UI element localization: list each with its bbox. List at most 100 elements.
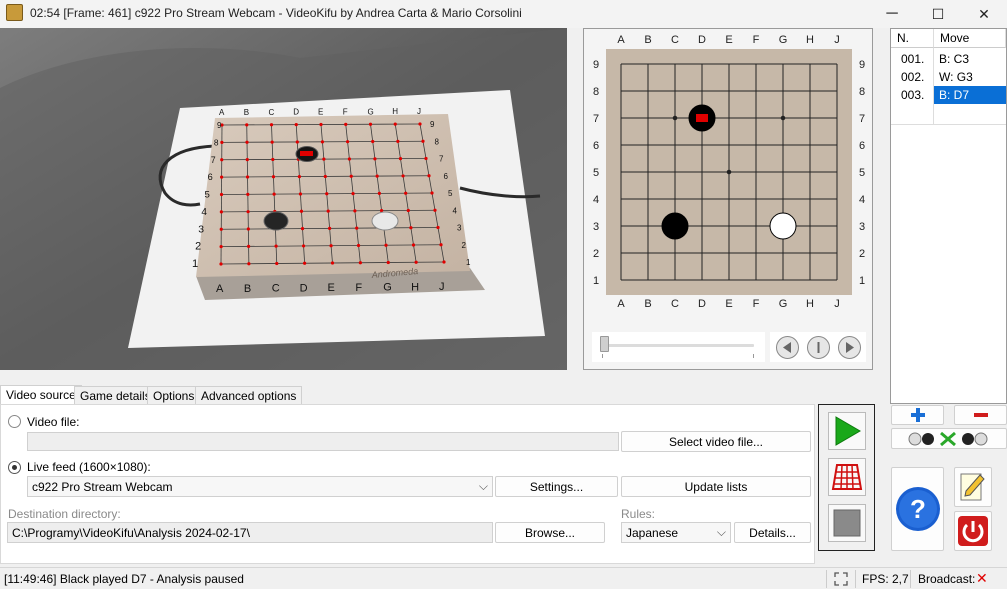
- cam-intersection-dot: [401, 174, 405, 178]
- title-bar: 02:54 [Frame: 461] c922 Pro Stream Webca…: [0, 0, 1007, 28]
- cam-intersection-dot: [418, 122, 422, 126]
- cam-intersection-dot: [320, 140, 325, 144]
- cam-row-label: 8: [214, 137, 219, 147]
- cam-column-label: D: [300, 282, 308, 294]
- destination-field[interactable]: C:\Programy\VideoKifu\Analysis 2024-02-1…: [7, 522, 493, 543]
- frame-slider[interactable]: [592, 332, 765, 362]
- video-file-path: [27, 432, 619, 451]
- row-label: 4: [593, 194, 599, 206]
- cam-row-label: 7: [439, 155, 444, 164]
- cam-intersection-dot: [404, 191, 408, 195]
- cam-intersection-dot: [411, 243, 416, 247]
- cam-intersection-dot: [358, 261, 362, 265]
- column-label: F: [753, 34, 760, 46]
- browse-button[interactable]: Browse...: [495, 522, 605, 543]
- cam-column-label: D: [293, 108, 299, 117]
- next-button[interactable]: [837, 335, 862, 363]
- video-source-panel: Video file: Select video file... Live fe…: [0, 404, 815, 564]
- cam-row-label: 4: [201, 207, 207, 218]
- tab-options[interactable]: Options: [147, 386, 201, 405]
- row-label: 4: [859, 194, 865, 206]
- go-board[interactable]: A A B B C C D D E E F F G G H H J J 9 9 8 8 7 7 6 6 5 5 4 4 3 3 2 2 1 1: [584, 29, 874, 371]
- previous-button[interactable]: [775, 335, 800, 363]
- tab-game-details[interactable]: Game details: [74, 386, 157, 405]
- minimize-button[interactable]: ─: [869, 0, 915, 28]
- row-label: 9: [859, 59, 865, 71]
- remove-move-button[interactable]: [954, 405, 1007, 425]
- slider-thumb[interactable]: [600, 336, 609, 352]
- cam-intersection-dot: [247, 262, 251, 266]
- column-label: H: [806, 298, 814, 310]
- col-number-header[interactable]: N.: [891, 29, 934, 48]
- row-label: 7: [593, 113, 599, 125]
- row-label: 8: [859, 86, 865, 98]
- cam-intersection-dot: [271, 175, 276, 179]
- camera-select[interactable]: c922 Pro Stream Webcam ⌵: [27, 476, 493, 497]
- cam-intersection-dot: [356, 243, 361, 248]
- help-button[interactable]: ?: [891, 467, 944, 551]
- add-move-button[interactable]: [891, 405, 944, 425]
- move-list[interactable]: N. Move 001. B: C3 002. W: G3 003. B: D7: [890, 28, 1007, 404]
- analysis-controls: [818, 404, 875, 551]
- cam-intersection-dot: [245, 123, 249, 127]
- tab-advanced-options[interactable]: Advanced options: [195, 386, 303, 405]
- move-row[interactable]: 002. W: G3: [891, 68, 1006, 86]
- cam-intersection-dot: [301, 244, 306, 248]
- cam-row-label: 4: [453, 206, 458, 215]
- column-label: J: [834, 298, 840, 310]
- rules-details-button[interactable]: Details...: [734, 522, 811, 543]
- board-diagram-panel: A A B B C C D D E E F F G G H H J J 9 9 8 8 7 7 6 6 5 5 4 4 3 3 2 2 1 1: [583, 28, 873, 370]
- cam-column-label: C: [272, 283, 280, 295]
- destination-label: Destination directory:: [8, 507, 121, 521]
- video-file-radio[interactable]: [8, 415, 21, 428]
- pause-button[interactable]: [806, 335, 831, 363]
- cam-intersection-dot: [326, 209, 330, 213]
- cam-intersection-dot: [414, 260, 418, 264]
- broadcast-off-icon[interactable]: ✕: [976, 570, 988, 587]
- move-row-selected[interactable]: 003. B: D7: [891, 86, 1006, 104]
- settings-button[interactable]: Settings...: [495, 476, 618, 497]
- edit-button[interactable]: [954, 467, 992, 507]
- cam-intersection-dot: [298, 192, 303, 196]
- rules-select[interactable]: Japanese ⌵: [621, 522, 731, 543]
- swap-colors-button[interactable]: [891, 428, 1007, 449]
- cam-intersection-dot: [246, 210, 250, 214]
- quit-button[interactable]: [954, 511, 992, 551]
- stop-button[interactable]: [828, 504, 866, 542]
- cam-row-label: 5: [205, 190, 210, 201]
- pause-icon: [817, 342, 820, 353]
- tab-video-source[interactable]: Video source: [0, 385, 82, 405]
- cam-intersection-dot: [220, 140, 224, 144]
- update-lists-button[interactable]: Update lists: [621, 476, 811, 497]
- board-grid-button[interactable]: [828, 458, 866, 496]
- cam-intersection-dot: [351, 191, 355, 196]
- star-point: [726, 169, 732, 175]
- cam-column-label: A: [219, 108, 225, 117]
- close-button[interactable]: ✕: [961, 0, 1007, 28]
- play-button[interactable]: [828, 412, 866, 450]
- live-feed-label: Live feed (1600×1080):: [27, 460, 151, 474]
- help-icon: ?: [895, 487, 940, 531]
- cam-intersection-dot: [344, 122, 348, 126]
- cam-intersection-dot: [384, 243, 388, 247]
- cam-intersection-dot: [393, 122, 397, 126]
- row-label: 8: [593, 86, 599, 98]
- row-label: 3: [593, 221, 599, 233]
- live-feed-radio[interactable]: [8, 461, 21, 474]
- select-video-file-button[interactable]: Select video file...: [621, 431, 811, 452]
- cam-intersection-dot: [368, 122, 373, 126]
- cam-intersection-dot: [219, 227, 223, 231]
- col-move-header[interactable]: Move: [934, 29, 1006, 48]
- cam-intersection-dot: [353, 209, 357, 213]
- cam-column-label: C: [269, 108, 275, 117]
- cam-intersection-dot: [220, 158, 224, 162]
- cam-intersection-dot: [299, 209, 304, 213]
- cam-intersection-dot: [345, 140, 350, 144]
- row-label: 5: [859, 167, 865, 179]
- cam-row-label: 3: [198, 224, 204, 235]
- fullscreen-icon[interactable]: [834, 572, 848, 586]
- cam-column-label: J: [439, 281, 445, 293]
- row-label: 3: [859, 221, 865, 233]
- maximize-button[interactable]: ☐: [915, 0, 961, 28]
- move-row[interactable]: 001. B: C3: [891, 50, 1006, 68]
